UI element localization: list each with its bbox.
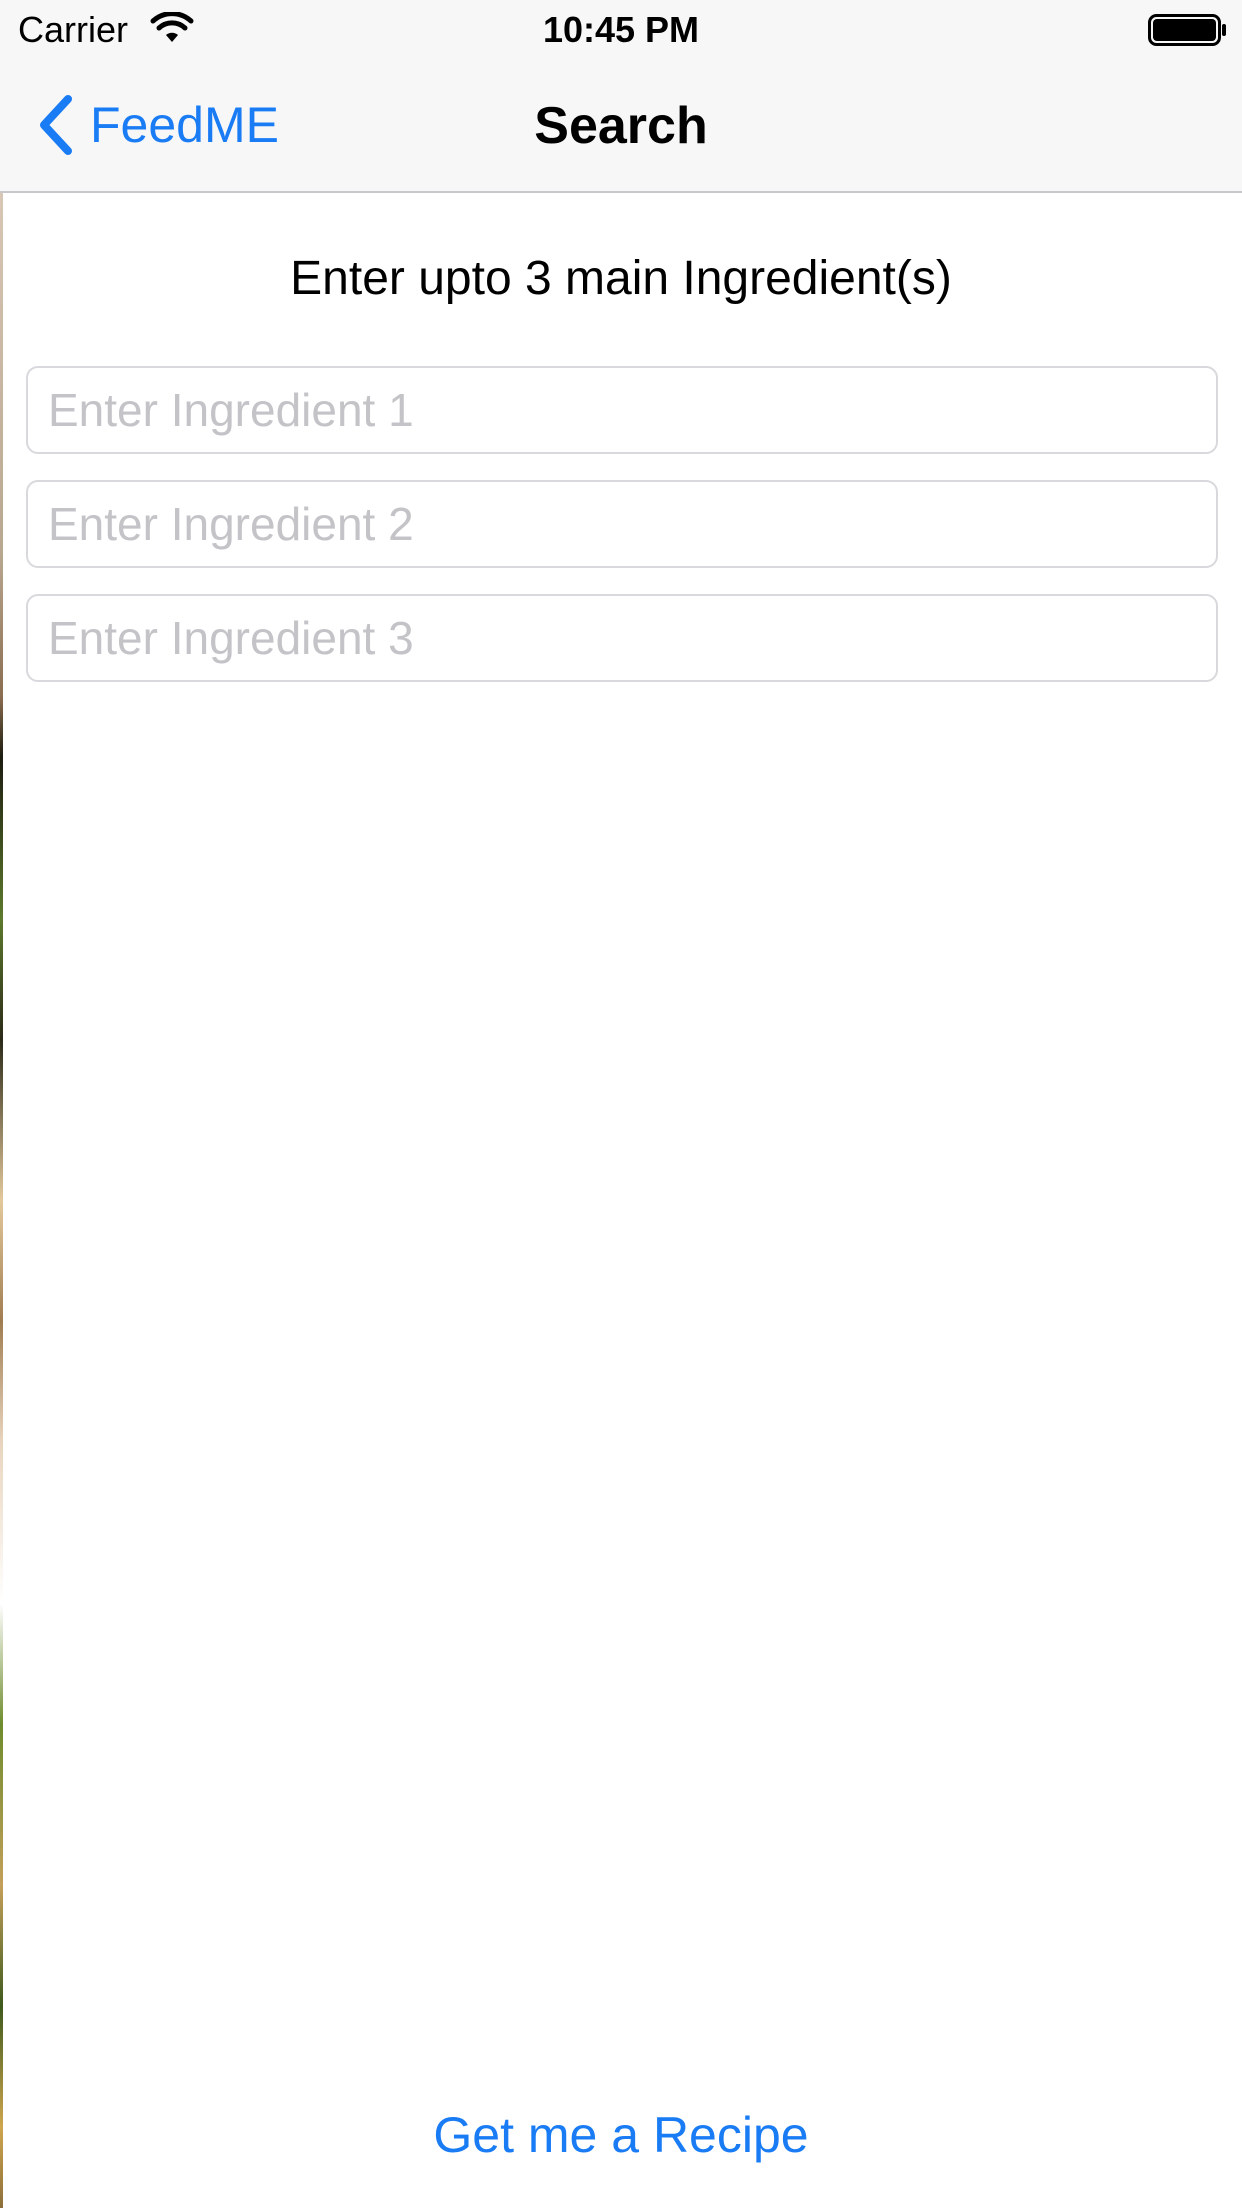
ingredient-2-input[interactable] [26, 480, 1218, 568]
ingredient-3-input[interactable] [26, 594, 1218, 682]
battery-full-icon [1148, 14, 1226, 46]
navigation-bar: FeedME Search [0, 60, 1242, 193]
status-time: 10:45 PM [542, 9, 700, 50]
ingredient-1-input[interactable] [26, 366, 1218, 454]
status-bar: Carrier 10:45 PM [0, 0, 1242, 60]
background-image-edge [0, 193, 3, 2208]
instruction-label: Enter upto 3 main Ingredient(s) [290, 252, 952, 305]
page-title: Search [534, 97, 708, 155]
get-recipe-button[interactable]: Get me a Recipe [0, 2104, 1242, 2166]
